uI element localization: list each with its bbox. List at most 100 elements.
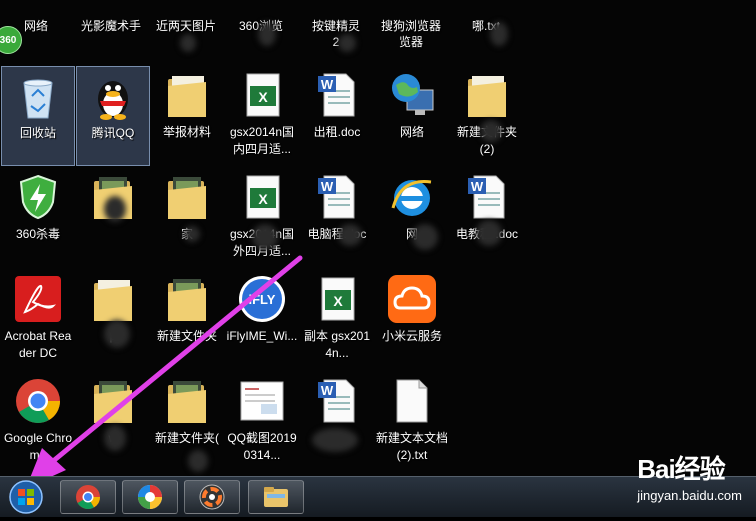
taskbar-explorer-button[interactable]: [248, 480, 304, 514]
desktop-icon-word[interactable]: W 电教程 .doc: [450, 168, 524, 268]
desktop-icon-folder-photo[interactable]: 家: [150, 168, 224, 268]
desktop-icon-ifly[interactable]: iFLY iFlyIME_Wi...: [225, 270, 299, 370]
desktop-icon-label: 小米云服务: [381, 329, 442, 343]
desktop-icon-360-antivirus[interactable]: 360杀毒: [1, 168, 75, 268]
privacy-blur: [476, 220, 502, 246]
text-icon: [387, 376, 437, 426]
desktop-icon-word[interactable]: W 出租.doc: [300, 66, 374, 166]
privacy-blur: [412, 224, 438, 250]
word-icon: W: [312, 70, 362, 120]
ifly-icon: iFLY: [237, 274, 287, 324]
watermark-url: jingyan.baidu.com: [637, 488, 742, 503]
baidu-jingyan-watermark: Bai经验 jingyan.baidu.com: [637, 449, 742, 503]
desktop-icon-xiaomi-cloud[interactable]: 小米云服务: [375, 270, 449, 370]
svg-text:W: W: [321, 383, 334, 398]
desktop-icon-excel[interactable]: Xgsx2014n国内四月适...: [225, 66, 299, 166]
svg-text:W: W: [321, 179, 334, 194]
360-browser-icon: [138, 485, 162, 509]
privacy-blur: [252, 224, 278, 250]
desktop-icon-label: 电脑程.doc: [307, 227, 367, 241]
privacy-blur: [490, 22, 508, 46]
excel-icon: X: [312, 274, 362, 324]
privacy-blur: [104, 196, 126, 222]
taskbar-360-browser-button[interactable]: [122, 480, 178, 514]
chrome-icon: [13, 376, 63, 426]
desktop-icon-folder[interactable]: 新建文件夹(2): [450, 66, 524, 166]
privacy-blur: [338, 224, 362, 246]
screenshot-icon: [237, 376, 287, 426]
360-badge-icon: 360: [0, 26, 22, 54]
privacy-blur: [184, 226, 200, 242]
desktop-icon-label: QQ截图20190314...: [227, 431, 297, 462]
svg-text:X: X: [258, 191, 268, 207]
desktop-icon-acrobat[interactable]: Acrobat Reader DC: [1, 270, 75, 370]
word-icon: W: [462, 172, 512, 222]
desktop-icon-partial[interactable]: 光影魔术手: [75, 18, 147, 35]
folder-icon: [462, 70, 512, 120]
desktop-icon-recycle-bin[interactable]: 回收站: [1, 66, 75, 166]
privacy-blur: [480, 120, 502, 142]
ie-icon: [387, 172, 437, 222]
folder-photo-icon: [162, 172, 212, 222]
desktop-icon-label: Acrobat Reader DC: [4, 329, 72, 360]
taskbar: Bai经验 jingyan.baidu.com: [0, 454, 756, 517]
desktop-icon-chrome[interactable]: Google Chrome: [1, 372, 75, 472]
privacy-blur: [258, 22, 276, 46]
excel-icon: X: [237, 172, 287, 222]
desktop-icon-folder-photo[interactable]: 新建文件夹(: [150, 372, 224, 472]
privacy-blur: [104, 425, 126, 451]
taskbar-chrome-button[interactable]: [60, 480, 116, 514]
folder-photo-icon: [88, 376, 138, 426]
desktop-icon-label: 腾讯QQ: [91, 126, 135, 140]
start-button[interactable]: [6, 478, 46, 516]
acrobat-icon: [13, 274, 63, 324]
windows-orb-icon: [9, 480, 43, 514]
desktop-icon-label: 新建文件夹: [156, 329, 217, 343]
desktop-icon-folder-photo[interactable]: 新建文件夹: [150, 270, 224, 370]
svg-text:X: X: [333, 293, 343, 309]
desktop-icon-label: 回收站: [19, 126, 56, 140]
desktop-icon-label: 网络: [399, 125, 424, 139]
360-antivirus-icon: [13, 172, 63, 222]
desktop-icon-partial-line2: 2: [332, 35, 340, 49]
chrome-icon: [76, 485, 100, 510]
privacy-blur: [312, 428, 358, 452]
desktop-icon-label: 出租.doc: [313, 125, 361, 139]
network-icon: [387, 70, 437, 120]
desktop-icon-network[interactable]: 网络: [375, 66, 449, 166]
folder-explorer-icon: [264, 487, 288, 507]
recycle-bin-icon: [13, 71, 63, 121]
desktop-icon-ie[interactable]: 网: [375, 168, 449, 268]
desktop-icon-label: 360杀毒: [15, 227, 61, 241]
desktop-icon-partial[interactable]: 近两天图片: [150, 18, 222, 35]
desktop-icon-qq[interactable]: 腾讯QQ: [76, 66, 150, 166]
qq-icon: [88, 71, 138, 121]
privacy-blur: [338, 34, 356, 52]
folder-photo-icon: [162, 376, 212, 426]
desktop-icon-partial[interactable]: 按键精灵: [300, 18, 372, 35]
folder-icon: [162, 70, 212, 120]
xiaomi-cloud-icon: [387, 274, 437, 324]
desktop-icon-label: gsx2014n国内四月适...: [229, 125, 295, 156]
desktop-icon-partial-line2: 览器: [398, 35, 423, 49]
desktop-icon-word[interactable]: W 电脑程.doc: [300, 168, 374, 268]
desktop-icon-text[interactable]: 新建文本文档 (2).txt: [375, 372, 449, 472]
desktop-icon-folder[interactable]: 举报材料: [150, 66, 224, 166]
desktop-icon-screenshot[interactable]: QQ截图20190314...: [225, 372, 299, 472]
svg-text:iFLY: iFLY: [249, 292, 276, 307]
desktop-icon-partial[interactable]: 搜狗浏览器: [375, 18, 447, 35]
desktop-icon-folder-photo[interactable]: w: [76, 372, 150, 472]
desktop-icon-excel[interactable]: X 副本 gsx2014n...: [300, 270, 374, 370]
folder-photo-icon: [162, 274, 212, 324]
desktop-icon-label: 举报材料: [162, 125, 211, 139]
word-icon: W: [312, 172, 362, 222]
desktop-icon-word[interactable]: W: [300, 372, 374, 472]
desktop-icon-label: 新建文本文档 (2).txt: [376, 431, 449, 462]
desktop-icon-excel[interactable]: Xgsx2014n国外四月适...: [225, 168, 299, 268]
desktop-icon-partial[interactable]: 哪.txt: [450, 18, 522, 35]
privacy-blur: [188, 450, 208, 472]
taskbar-color-app-button[interactable]: [184, 480, 240, 514]
excel-icon: X: [237, 70, 287, 120]
desktop-icon-label: 副本 gsx2014n...: [303, 329, 371, 360]
privacy-blur: [104, 320, 130, 348]
